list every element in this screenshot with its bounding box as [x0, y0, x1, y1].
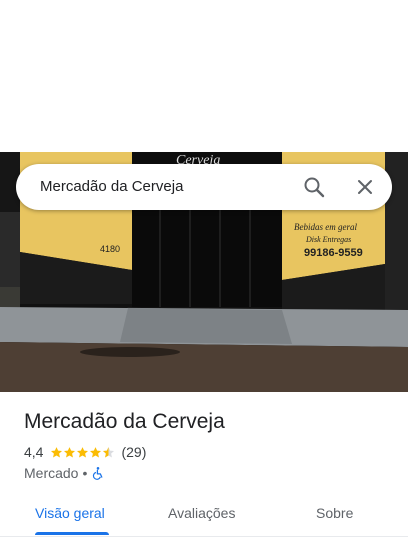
place-info-panel: Mercadão da Cerveja 4,4 (29) Mercado • V…: [0, 392, 408, 544]
separator-dot: •: [82, 465, 88, 481]
place-category: Mercado: [24, 465, 79, 481]
search-bar[interactable]: Mercadão da Cerveja: [16, 164, 392, 210]
tab-overview[interactable]: Visão geral: [35, 505, 105, 521]
rating-row[interactable]: 4,4 (29): [24, 444, 146, 460]
half-star-icon: [103, 446, 115, 457]
review-count[interactable]: (29): [121, 444, 146, 460]
category-row: Mercado •: [24, 465, 105, 481]
rating-value: 4,4: [24, 444, 44, 460]
place-title: Mercadão da Cerveja: [24, 410, 225, 433]
close-icon[interactable]: [353, 175, 377, 199]
sign-right-line1: Bebidas em geral: [294, 222, 357, 232]
active-tab-indicator: [35, 532, 109, 535]
tab-about[interactable]: Sobre: [316, 505, 353, 521]
star-icon: [77, 446, 89, 457]
sign-right-phone: 99186-9559: [304, 247, 363, 259]
place-tabs: Visão geral Avaliações Sobre: [0, 492, 408, 537]
rating-stars: [50, 446, 115, 459]
wheelchair-icon[interactable]: [91, 466, 105, 480]
map-blank-area: [0, 0, 408, 152]
sign-left-number: 4180: [100, 244, 120, 254]
star-icon: [64, 446, 76, 457]
star-icon: [51, 446, 63, 457]
search-query-text[interactable]: Mercadão da Cerveja: [40, 178, 183, 195]
star-icon: [90, 446, 102, 457]
sign-right-line2: Disk Entregas: [305, 235, 351, 244]
search-icon[interactable]: [302, 175, 326, 199]
tab-reviews[interactable]: Avaliações: [168, 505, 235, 521]
